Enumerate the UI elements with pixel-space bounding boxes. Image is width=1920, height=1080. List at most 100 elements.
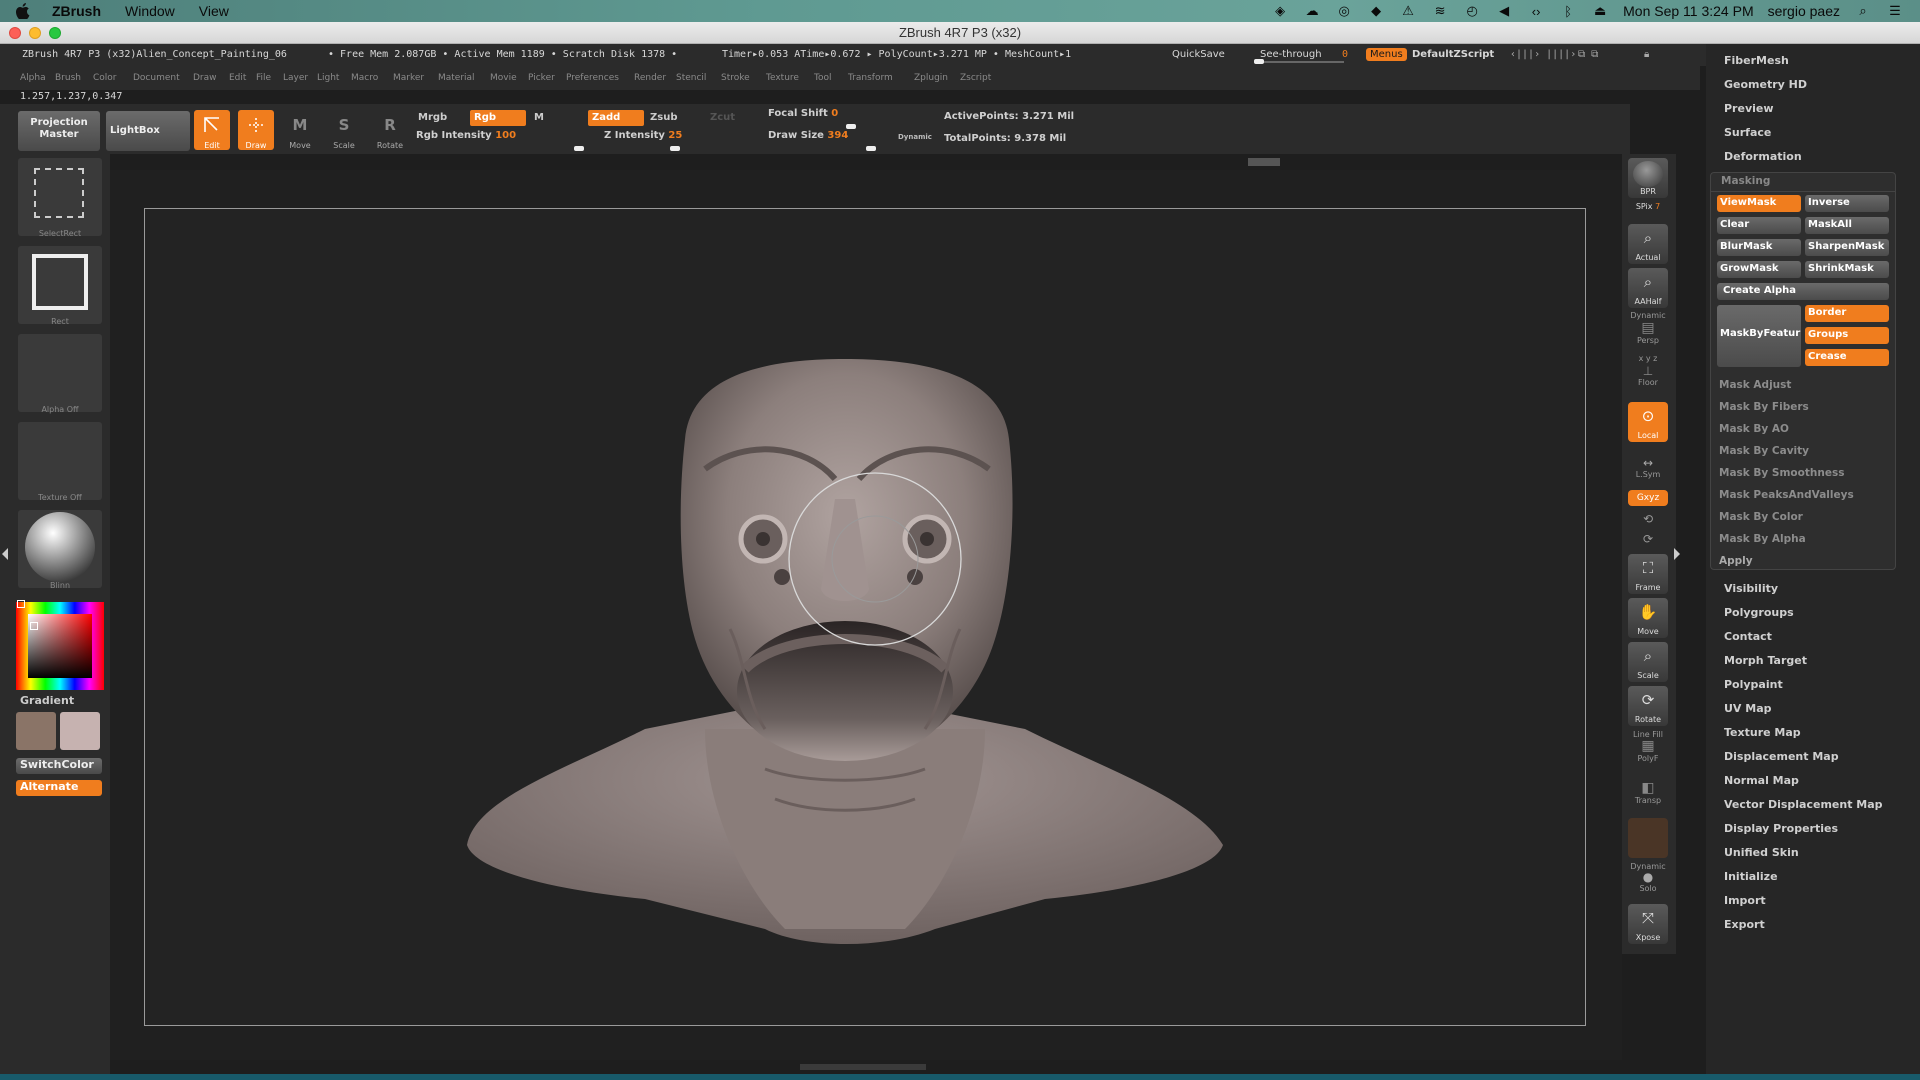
- stroke-rect-selector[interactable]: Rect: [18, 246, 102, 326]
- bluetooth-icon[interactable]: ᛒ: [1559, 4, 1577, 19]
- palette-light[interactable]: Light: [317, 73, 339, 83]
- palette-color[interactable]: Color: [93, 73, 117, 83]
- color-picker-cursor[interactable]: [30, 622, 38, 630]
- spix-slider[interactable]: SPix 7: [1628, 202, 1668, 211]
- mask-by-cavity-row[interactable]: Mask By Cavity: [1719, 445, 1809, 457]
- volume-icon[interactable]: ◀: [1495, 3, 1513, 18]
- collapse-right-arrow-icon[interactable]: [1674, 548, 1680, 560]
- subpalette-export[interactable]: Export: [1724, 918, 1765, 931]
- growmask-button[interactable]: GrowMask: [1717, 261, 1801, 278]
- mask-by-alpha-row[interactable]: Mask By Alpha: [1719, 533, 1806, 545]
- masking-title[interactable]: Masking: [1721, 175, 1770, 187]
- subpalette-contact[interactable]: Contact: [1724, 630, 1772, 643]
- mask-by-color-row[interactable]: Mask By Color: [1719, 511, 1803, 523]
- frame-button[interactable]: ⛶ Frame: [1628, 554, 1668, 594]
- palette-zscript[interactable]: Zscript: [960, 73, 991, 83]
- notification-center-icon[interactable]: ☰: [1886, 3, 1904, 18]
- subpalette-displacement-map[interactable]: Displacement Map: [1724, 750, 1839, 763]
- material-selector[interactable]: Blinn: [18, 510, 102, 590]
- warning-icon[interactable]: ⚠: [1399, 3, 1417, 18]
- palette-picker[interactable]: Picker: [528, 73, 555, 83]
- rotate-mode-button[interactable]: R Rotate: [372, 110, 408, 150]
- menus-toggle[interactable]: Menus: [1366, 48, 1407, 61]
- subpalette-deformation[interactable]: Deformation: [1724, 150, 1802, 163]
- focal-shift-slider[interactable]: Focal Shift 0: [768, 108, 838, 119]
- z-intensity-knob[interactable]: [670, 146, 680, 151]
- palette-zplugin[interactable]: Zplugin: [914, 73, 948, 83]
- user-name[interactable]: sergio paez: [1768, 3, 1840, 19]
- color-picker[interactable]: [16, 600, 104, 690]
- groups-option[interactable]: Groups: [1805, 327, 1889, 344]
- draw-mode-button[interactable]: Draw: [238, 110, 274, 150]
- border-option[interactable]: Border: [1805, 305, 1889, 322]
- subpalette-polypaint[interactable]: Polypaint: [1724, 678, 1783, 691]
- subpalette-initialize[interactable]: Initialize: [1724, 870, 1778, 883]
- subpalette-texture-map[interactable]: Texture Map: [1724, 726, 1801, 739]
- mrgb-button[interactable]: Mrgb: [414, 110, 451, 126]
- inverse-button[interactable]: Inverse: [1805, 195, 1889, 212]
- rotate-y-icon[interactable]: ⟲: [1628, 512, 1668, 526]
- see-through-knob[interactable]: [1254, 59, 1264, 64]
- subpalette-fibermesh[interactable]: FiberMesh: [1724, 54, 1789, 67]
- palette-edit[interactable]: Edit: [229, 73, 246, 83]
- maskall-button[interactable]: MaskAll: [1805, 217, 1889, 234]
- subpalette-display-properties[interactable]: Display Properties: [1724, 822, 1838, 835]
- wifi-icon[interactable]: ≋: [1431, 3, 1449, 18]
- menu-window[interactable]: Window: [125, 3, 175, 19]
- menu-view[interactable]: View: [199, 3, 229, 19]
- zcut-button[interactable]: Zcut: [706, 110, 739, 126]
- subpalette-vector-displacement-map[interactable]: Vector Displacement Map: [1724, 798, 1883, 811]
- palette-movie[interactable]: Movie: [490, 73, 517, 83]
- palette-alpha[interactable]: Alpha: [20, 73, 46, 83]
- gxyz-button[interactable]: Gxyz: [1628, 490, 1668, 506]
- bpr-button[interactable]: BPR: [1628, 158, 1668, 198]
- code-icon[interactable]: ‹›: [1527, 4, 1545, 19]
- rgb-intensity-slider[interactable]: Rgb Intensity 100: [416, 130, 516, 141]
- document-canvas[interactable]: [144, 208, 1586, 1026]
- see-through-slider[interactable]: [1254, 61, 1344, 63]
- palette-document[interactable]: Document: [133, 73, 180, 83]
- move-mode-button[interactable]: M Move: [282, 110, 318, 150]
- scale-mode-button[interactable]: S Scale: [326, 110, 362, 150]
- palette-render[interactable]: Render: [634, 73, 666, 83]
- alternate-button[interactable]: Alternate: [16, 780, 102, 796]
- cloud-icon[interactable]: ☁: [1303, 3, 1321, 18]
- mask-peaks-valleys-row[interactable]: Mask PeaksAndValleys: [1719, 489, 1854, 501]
- solo-button[interactable]: ● Solo: [1628, 870, 1668, 896]
- tray-arrows-icon[interactable]: ‹|||› ||||›: [1510, 49, 1576, 60]
- palette-material[interactable]: Material: [438, 73, 475, 83]
- quicksave-button[interactable]: QuickSave: [1172, 49, 1225, 60]
- mask-adjust-row[interactable]: Mask Adjust: [1719, 379, 1791, 391]
- palette-stencil[interactable]: Stencil: [676, 73, 706, 83]
- palette-stroke[interactable]: Stroke: [721, 73, 750, 83]
- xpose-button[interactable]: ⤧ Xpose: [1628, 904, 1668, 944]
- subpalette-uv-map[interactable]: UV Map: [1724, 702, 1772, 715]
- palette-layer[interactable]: Layer: [283, 73, 308, 83]
- ghost-button[interactable]: [1628, 818, 1668, 858]
- local-button[interactable]: ⊙ Local: [1628, 402, 1668, 442]
- create-alpha-button[interactable]: Create Alpha: [1717, 283, 1889, 300]
- move-view-button[interactable]: ✋ Move: [1628, 598, 1668, 638]
- main-color-swatch[interactable]: [16, 712, 56, 750]
- zsub-button[interactable]: Zsub: [646, 110, 681, 126]
- shrinkmask-button[interactable]: ShrinkMask: [1805, 261, 1889, 278]
- clear-mask-button[interactable]: Clear: [1717, 217, 1801, 234]
- palette-brush[interactable]: Brush: [55, 73, 81, 83]
- palette-preferences[interactable]: Preferences: [566, 73, 619, 83]
- shelf-scroll-handle[interactable]: [1248, 158, 1280, 166]
- mask-by-feature-button[interactable]: MaskByFeatur: [1717, 305, 1801, 367]
- projection-master-button[interactable]: Projection Master: [18, 111, 100, 151]
- draw-size-slider[interactable]: Draw Size 394: [768, 130, 848, 141]
- layout-icon[interactable]: ⧉ ⧉: [1578, 49, 1598, 60]
- focal-shift-knob[interactable]: [846, 124, 856, 129]
- subpalette-import[interactable]: Import: [1724, 894, 1766, 907]
- search-icon[interactable]: ⌕: [1854, 3, 1872, 18]
- subpalette-surface[interactable]: Surface: [1724, 126, 1771, 139]
- polyf-button[interactable]: ▦ PolyF: [1628, 738, 1668, 766]
- palette-draw[interactable]: Draw: [193, 73, 217, 83]
- palette-tool[interactable]: Tool: [814, 73, 831, 83]
- aahalf-button[interactable]: ⌕ AAHalf: [1628, 268, 1668, 308]
- lsym-button[interactable]: ↔ L.Sym: [1628, 456, 1668, 480]
- collapse-left-arrow-icon[interactable]: [2, 548, 8, 560]
- alpha-selector[interactable]: Alpha Off: [18, 334, 102, 414]
